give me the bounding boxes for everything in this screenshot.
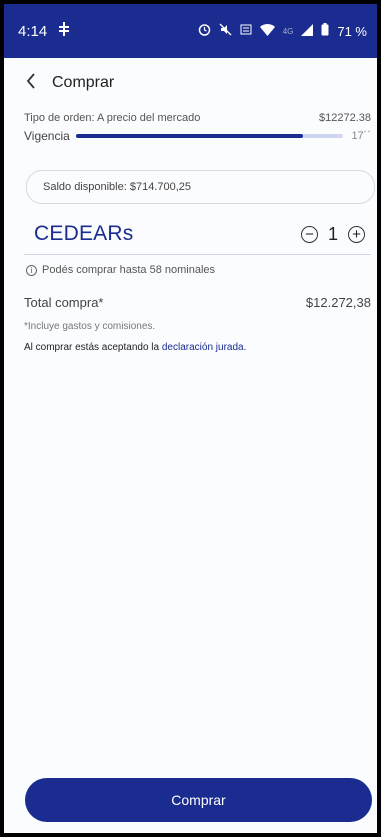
total-row: Total compra* $12.272,38 [24,295,371,310]
legal-text: Al comprar estás aceptando la declaració… [24,342,377,353]
info-icon: i [26,264,37,276]
validity-row: Vigencia 17´´ [4,129,377,143]
total-value: $12.272,38 [305,295,371,310]
signal-icon [301,23,314,39]
alarm-icon [198,23,211,39]
status-right: 4G 71 % [198,23,367,39]
status-bar: 4:14 4G 71 % [4,4,377,58]
order-type-label: Tipo de orden: A precio del mercado [24,112,201,124]
info-text: Podés comprar hasta 58 nominales [42,264,216,276]
app-header: Comprar [4,58,377,108]
quantity-value: 1 [327,223,338,244]
legal-prefix: Al comprar estás aceptando la [24,342,162,353]
volte-icon [240,23,252,39]
validity-label: Vigencia [24,129,70,143]
info-row: i Podés comprar hasta 58 nominales [26,264,377,276]
plus-circle-icon[interactable]: + [348,225,365,243]
network-type: 4G [282,26,294,36]
app-screen: 4:14 4G 71 % Comprar Tipo de orden: A pr… [4,4,377,833]
mute-icon [219,23,232,39]
minus-circle-icon[interactable]: − [300,225,318,243]
order-price: $12272.38 [319,112,371,124]
validity-time: 17´´ [351,130,371,142]
order-type-row: Tipo de orden: A precio del mercado $122… [4,112,377,124]
total-label: Total compra* [24,295,104,310]
app-notification-icon [57,22,71,40]
buy-button[interactable]: Comprar [25,778,372,822]
validity-progress-bar [75,134,344,138]
instrument-name: CEDEARs [34,222,134,245]
status-left: 4:14 [18,22,71,40]
battery-icon [321,23,329,39]
balance-pill: Saldo disponible: $714.700,25 [26,170,375,204]
instrument-row: CEDEARs − 1 + [24,222,371,255]
battery-level: 71 % [337,23,367,39]
validity-progress-fill [75,134,304,138]
fees-note: *Incluye gastos y comisiones. [24,321,156,332]
back-button[interactable] [26,72,36,95]
buy-button-label: Comprar [171,792,226,808]
wifi-icon [259,23,275,39]
status-time: 4:14 [18,22,48,40]
quantity-stepper: − 1 + [300,223,365,245]
declaration-link[interactable]: declaración jurada. [162,342,247,353]
page-title: Comprar [52,74,115,91]
balance-text: Saldo disponible: $714.700,25 [43,181,192,193]
chevron-left-icon [26,72,35,89]
